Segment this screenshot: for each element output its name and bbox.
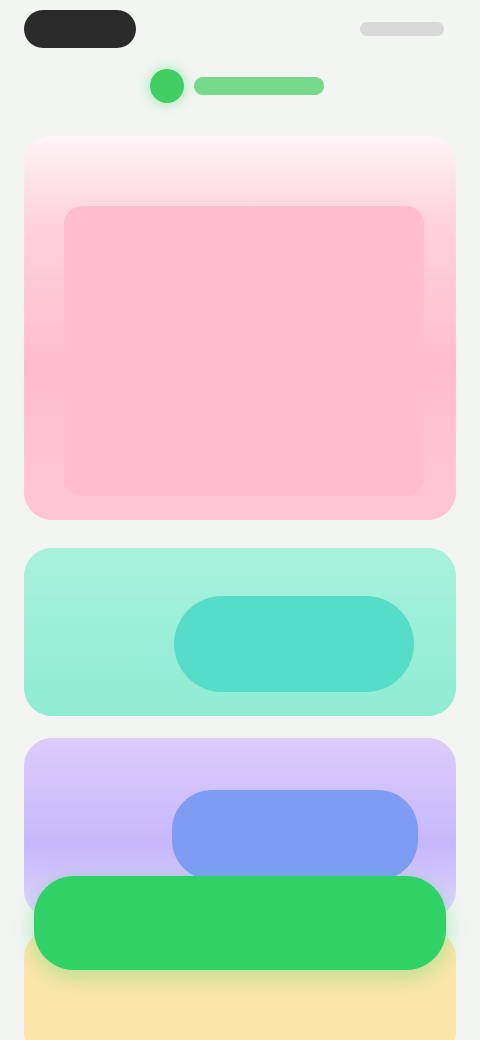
- app-name: [194, 77, 324, 95]
- app-logo: [150, 64, 330, 108]
- card-mint[interactable]: [24, 548, 456, 716]
- logo-icon: [150, 69, 184, 103]
- card-mint-visual: [174, 596, 414, 692]
- app-screen: [0, 0, 480, 1040]
- status-icons: [360, 22, 444, 36]
- card-lavender-visual: [172, 790, 418, 880]
- card-pink[interactable]: [24, 136, 456, 520]
- status-time-pill: [24, 10, 136, 48]
- primary-cta-button[interactable]: [34, 876, 446, 970]
- card-pink-panel: [64, 206, 424, 496]
